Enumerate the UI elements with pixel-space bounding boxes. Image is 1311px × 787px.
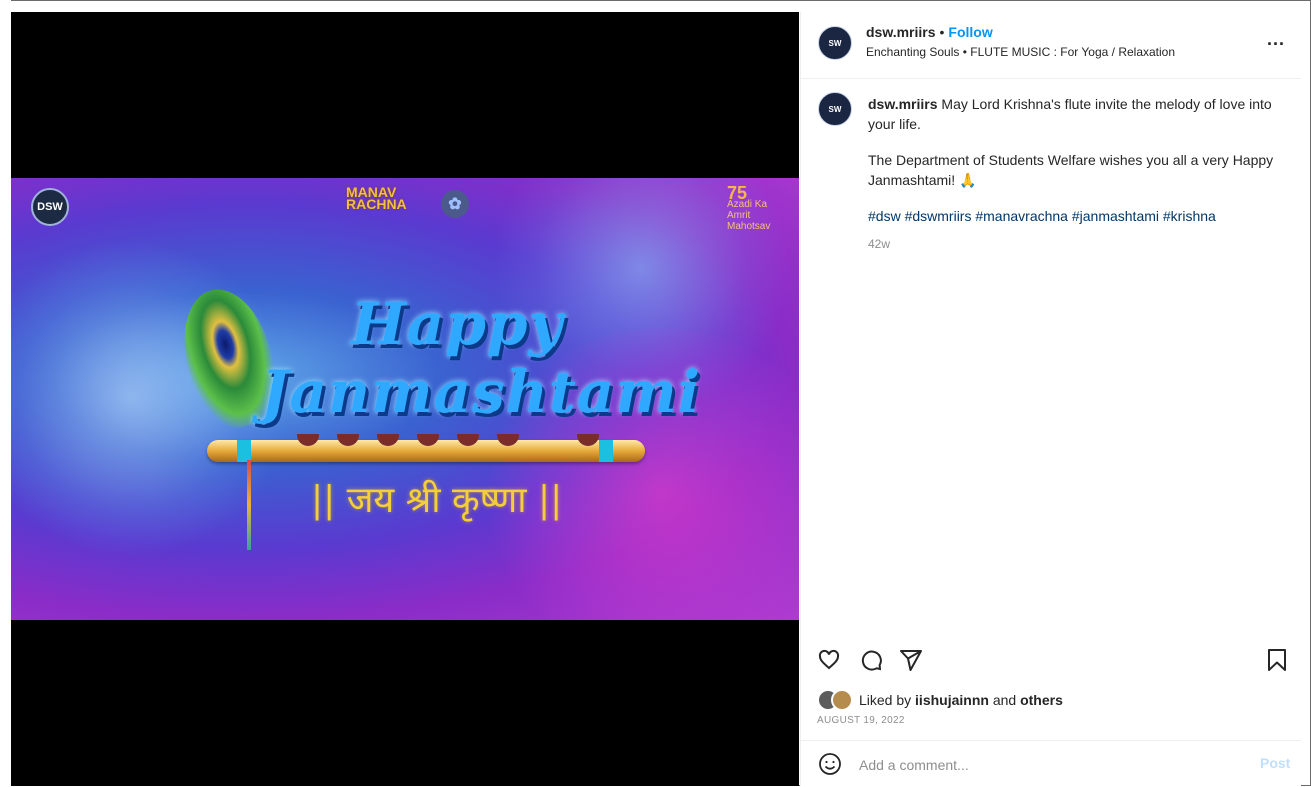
azadi-number: 75 xyxy=(727,183,748,203)
comment-row: Post xyxy=(801,740,1301,787)
dsw-logo: DSW xyxy=(31,188,69,226)
post-time[interactable]: 42w xyxy=(868,234,1280,254)
more-options-icon[interactable]: ... xyxy=(1267,29,1285,50)
likes-prefix: Liked by xyxy=(859,692,912,708)
emoji-icon[interactable] xyxy=(818,752,842,781)
likes-summary: Liked by iishujainnn and others xyxy=(817,689,1063,711)
author-avatar[interactable]: SW xyxy=(818,26,852,60)
comment-icon[interactable] xyxy=(858,647,884,673)
caption-hashtags[interactable]: #dsw #dswmriirs #manavrachna #janmashtam… xyxy=(868,206,1280,226)
azadi-text1: Azadi Ka xyxy=(727,199,768,210)
post-comment-button[interactable]: Post xyxy=(1260,755,1290,771)
banner-hindi-text: || जय श्री कृष्णा || xyxy=(311,480,563,521)
flute-tassel xyxy=(247,460,251,550)
comment-input[interactable] xyxy=(857,751,1241,779)
likes-middle: and xyxy=(992,692,1017,708)
likes-others-link[interactable]: others xyxy=(1020,692,1063,708)
left-margin xyxy=(0,0,11,786)
caption-text-2: The Department of Students Welfare wishe… xyxy=(868,152,1274,188)
heart-icon[interactable] xyxy=(816,647,842,673)
banner-happy-text: Happy xyxy=(351,290,564,358)
post-panel: SW dsw.mriirs • Follow Enchanting Souls • … xyxy=(800,12,1301,786)
post-date[interactable]: AUGUST 19, 2022 xyxy=(817,715,905,726)
action-bar xyxy=(801,639,1301,679)
anniversary-logo: ✿ xyxy=(441,190,469,218)
azadi-ka-amrit-mahotsav-logo: 75 Azadi Ka Amrit Mahotsav xyxy=(727,183,793,232)
liker-avatar-2[interactable] xyxy=(831,689,853,711)
bookmark-icon[interactable] xyxy=(1264,647,1290,673)
azadi-text2: Amrit Mahotsav xyxy=(727,210,771,232)
post-caption: dsw.mriirs May Lord Krishna's flute invi… xyxy=(868,94,1280,254)
follow-button[interactable]: Follow xyxy=(948,24,992,40)
send-icon[interactable] xyxy=(898,647,924,673)
separator-dot: • xyxy=(939,24,945,40)
post-header: SW dsw.mriirs • Follow Enchanting Souls • … xyxy=(801,12,1301,79)
liker-username[interactable]: iishujainnn xyxy=(915,692,989,708)
caption-avatar[interactable]: SW xyxy=(818,92,852,126)
caption-username[interactable]: dsw.mriirs xyxy=(868,96,938,112)
author-username[interactable]: dsw.mriirs xyxy=(866,24,936,40)
post-media[interactable]: DSW MANAV RACHNA ✿ 75 Azadi Ka Amrit Mah… xyxy=(11,12,799,786)
janmashtami-banner: DSW MANAV RACHNA ✿ 75 Azadi Ka Amrit Mah… xyxy=(11,178,799,620)
banner-janmashtami-text: Janmashtami xyxy=(261,358,701,426)
flute-illustration xyxy=(207,434,645,462)
author-line: dsw.mriirs • Follow xyxy=(866,24,993,40)
audio-track-link[interactable]: Enchanting Souls • FLUTE MUSIC : For Yog… xyxy=(866,45,1175,59)
manav-rachna-logo: MANAV RACHNA xyxy=(346,184,407,212)
